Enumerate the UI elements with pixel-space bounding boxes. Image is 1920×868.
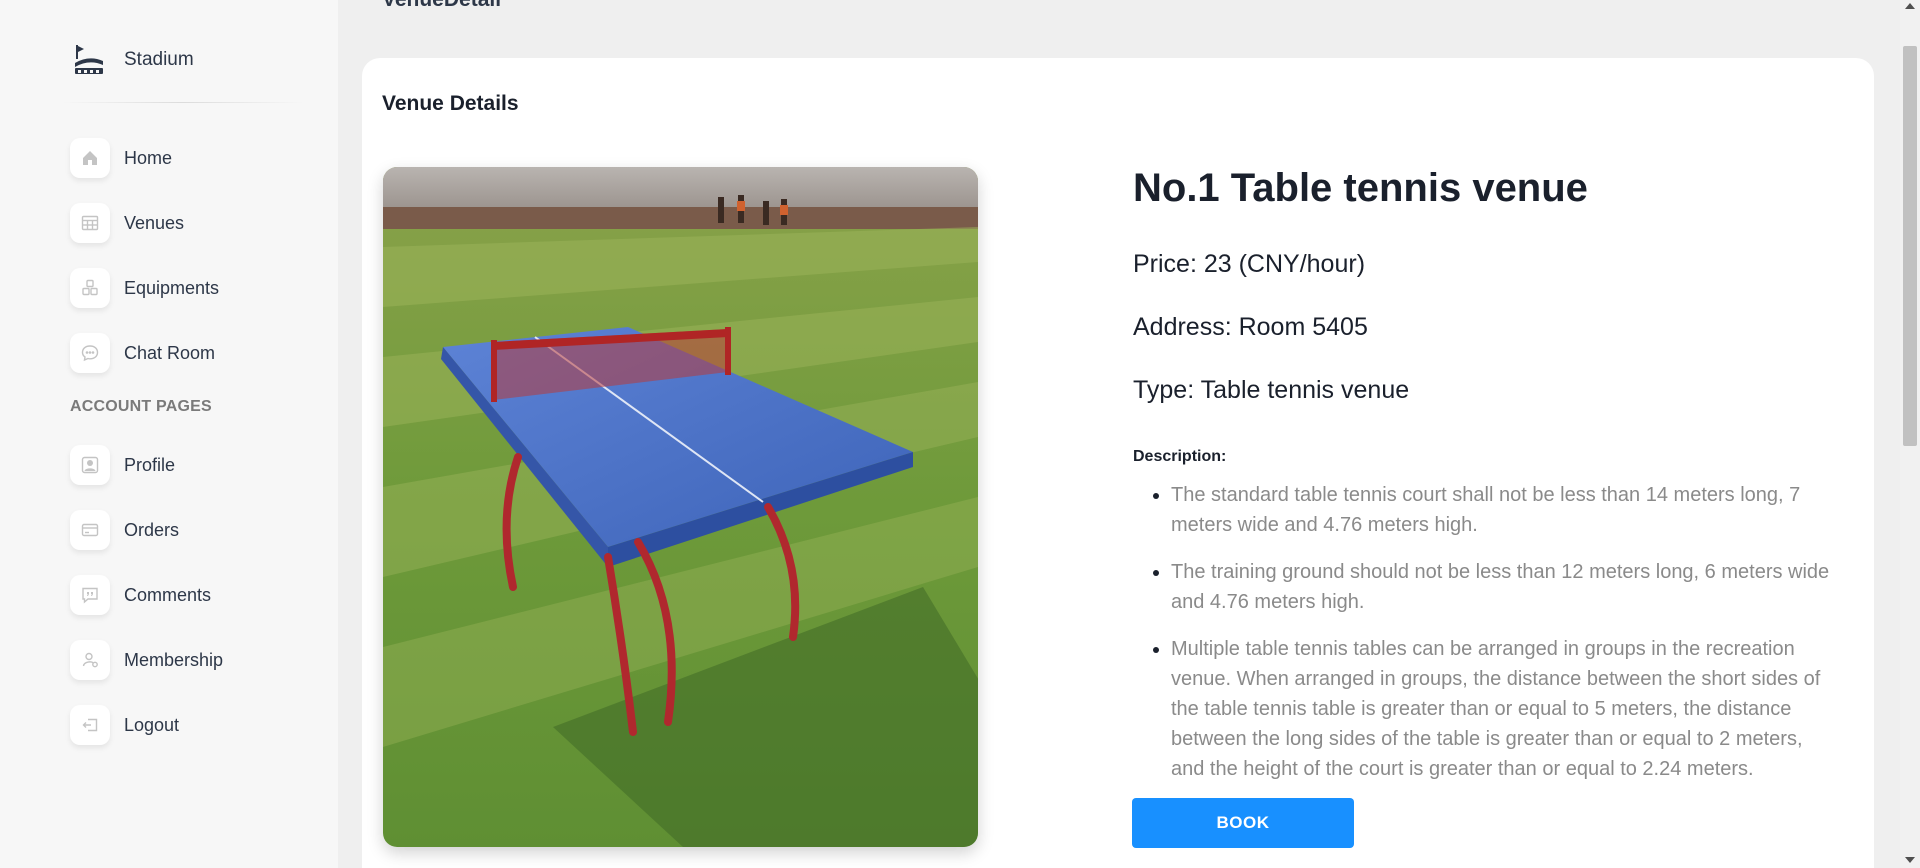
scrollbar-thumb[interactable] — [1903, 46, 1917, 446]
brand-divider — [62, 102, 304, 103]
description-list: The standard table tennis court shall no… — [1151, 480, 1831, 801]
sidebar-item-label: Profile — [124, 454, 176, 475]
description-item: The training ground should not be less t… — [1171, 557, 1831, 617]
page-scrollbar[interactable] — [1900, 0, 1920, 868]
venue-detail-card: Venue Details No.1 Table tennis venue Pr… — [362, 58, 1874, 868]
sidebar: Stadium Home Venues Equipments Chat Room… — [0, 0, 338, 868]
sidebar-item-chat-room[interactable]: Chat Room — [70, 333, 215, 373]
sidebar-item-label: Comments — [124, 584, 212, 605]
description-label: Description: — [1133, 448, 1227, 465]
table-grid-icon — [70, 203, 110, 243]
sidebar-item-label: Home — [124, 147, 173, 168]
profile-icon — [70, 445, 110, 485]
stadium-logo-icon — [75, 45, 103, 74]
card-title: Venue Details — [382, 92, 519, 115]
sidebar-item-orders[interactable]: Orders — [70, 510, 179, 550]
sidebar-item-membership[interactable]: Membership — [70, 640, 223, 680]
sidebar-item-label: Membership — [124, 649, 224, 670]
venue-type: Type: Table tennis venue — [1133, 376, 1410, 404]
sidebar-item-profile[interactable]: Profile — [70, 445, 175, 485]
account-pages-heading: ACCOUNT PAGES — [70, 398, 212, 415]
credit-card-icon — [70, 510, 110, 550]
venue-name: No.1 Table tennis venue — [1133, 166, 1588, 210]
description-item: The standard table tennis court shall no… — [1171, 480, 1831, 540]
page-title: VenueDetail — [382, 0, 501, 12]
sidebar-item-label: Chat Room — [124, 342, 216, 363]
description-item: Multiple table tennis tables can be arra… — [1171, 634, 1831, 784]
sidebar-item-venues[interactable]: Venues — [70, 203, 184, 243]
comment-quote-icon — [70, 575, 110, 615]
logout-icon — [70, 705, 110, 745]
venue-address: Address: Room 5405 — [1133, 313, 1368, 341]
brand[interactable]: Stadium — [72, 40, 194, 80]
book-button[interactable]: BOOK — [1132, 798, 1354, 848]
sidebar-item-label: Equipments — [124, 277, 220, 298]
sidebar-item-logout[interactable]: Logout — [70, 705, 179, 745]
scroll-down-arrow-icon[interactable] — [1905, 857, 1915, 863]
home-icon — [70, 138, 110, 178]
brand-name: Stadium — [124, 49, 194, 70]
sidebar-item-label: Orders — [124, 519, 180, 540]
sidebar-item-equipments[interactable]: Equipments — [70, 268, 219, 308]
sidebar-item-comments[interactable]: Comments — [70, 575, 211, 615]
sidebar-item-label: Venues — [124, 212, 185, 233]
sidebar-item-label: Logout — [124, 714, 180, 735]
equipment-icon — [70, 268, 110, 308]
venue-info: No.1 Table tennis venue Price: 23 (CNY/h… — [1133, 166, 1829, 780]
membership-icon — [70, 640, 110, 680]
venue-price: Price: 23 (CNY/hour) — [1133, 250, 1366, 278]
sidebar-item-home[interactable]: Home — [70, 138, 172, 178]
chat-bubble-icon — [70, 333, 110, 373]
scroll-up-arrow-icon[interactable] — [1905, 3, 1915, 9]
venue-photo — [383, 167, 978, 847]
